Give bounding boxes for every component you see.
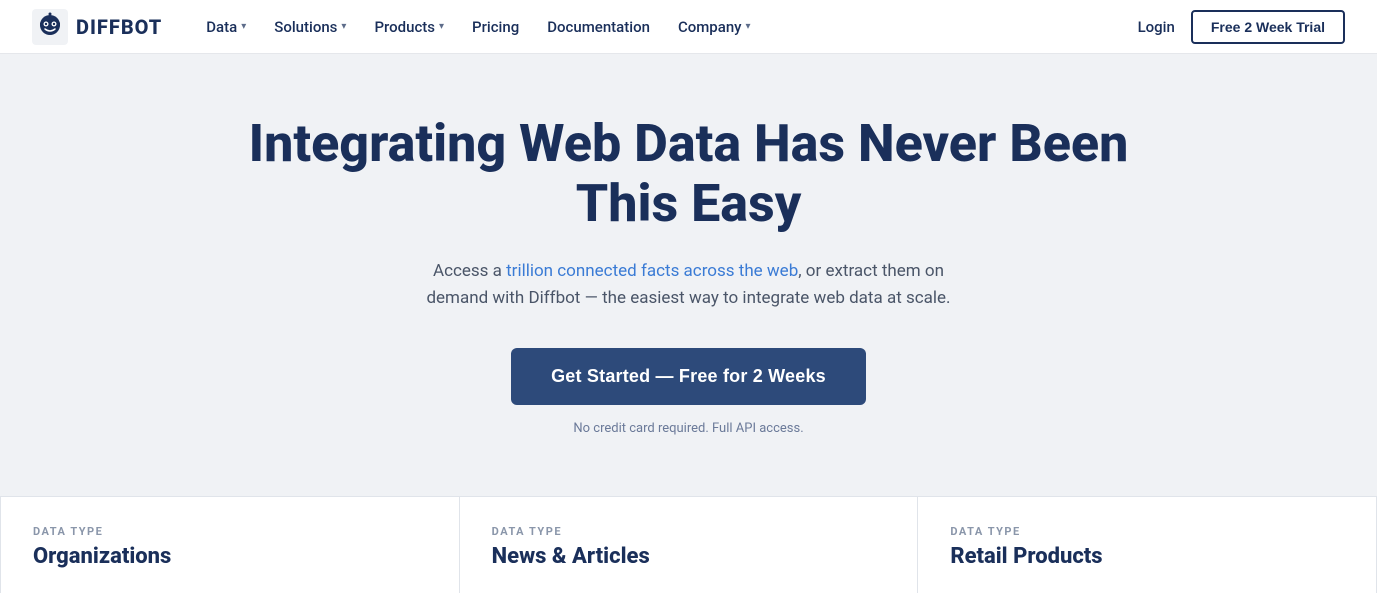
logo-icon <box>32 9 68 45</box>
data-type-name-news: News & Articles <box>492 544 886 569</box>
data-type-label-retail: DATA TYPE <box>950 525 1344 538</box>
nav-item-pricing[interactable]: Pricing <box>460 10 531 44</box>
data-type-label-organizations: DATA TYPE <box>33 525 427 538</box>
hero-title: Integrating Web Data Has Never Been This… <box>239 114 1139 234</box>
nav-item-company[interactable]: Company ▾ <box>666 10 763 44</box>
free-trial-button[interactable]: Free 2 Week Trial <box>1191 10 1345 44</box>
nav-item-solutions[interactable]: Solutions ▾ <box>262 10 358 44</box>
navbar: DIFFBOT Data ▾ Solutions ▾ Products ▾ Pr… <box>0 0 1377 54</box>
data-cards-row: DATA TYPE Organizations DATA TYPE News &… <box>0 496 1377 593</box>
chevron-down-icon: ▾ <box>341 21 346 32</box>
nav-item-data[interactable]: Data ▾ <box>194 10 258 44</box>
login-link[interactable]: Login <box>1138 18 1175 36</box>
cta-button[interactable]: Get Started — Free for 2 Weeks <box>511 348 866 405</box>
hero-subtitle: Access a trillion connected facts across… <box>409 258 969 312</box>
nav-item-documentation[interactable]: Documentation <box>535 10 662 44</box>
logo-link[interactable]: DIFFBOT <box>32 9 162 45</box>
data-type-label-news: DATA TYPE <box>492 525 886 538</box>
logo-text: DIFFBOT <box>76 15 162 39</box>
data-card-news[interactable]: DATA TYPE News & Articles <box>460 496 919 593</box>
nav-right: Login Free 2 Week Trial <box>1138 10 1345 44</box>
chevron-down-icon: ▾ <box>439 21 444 32</box>
data-card-retail[interactable]: DATA TYPE Retail Products <box>918 496 1377 593</box>
chevron-down-icon: ▾ <box>746 21 751 32</box>
data-type-name-retail: Retail Products <box>950 544 1344 569</box>
chevron-down-icon: ▾ <box>241 21 246 32</box>
hero-section: Integrating Web Data Has Never Been This… <box>0 54 1377 476</box>
hero-link[interactable]: trillion connected facts across the web <box>506 261 798 281</box>
data-type-name-organizations: Organizations <box>33 544 427 569</box>
data-card-organizations[interactable]: DATA TYPE Organizations <box>0 496 460 593</box>
nav-links: Data ▾ Solutions ▾ Products ▾ Pricing Do… <box>194 10 1137 44</box>
cta-subtext: No credit card required. Full API access… <box>573 421 803 436</box>
nav-item-products[interactable]: Products ▾ <box>362 10 456 44</box>
